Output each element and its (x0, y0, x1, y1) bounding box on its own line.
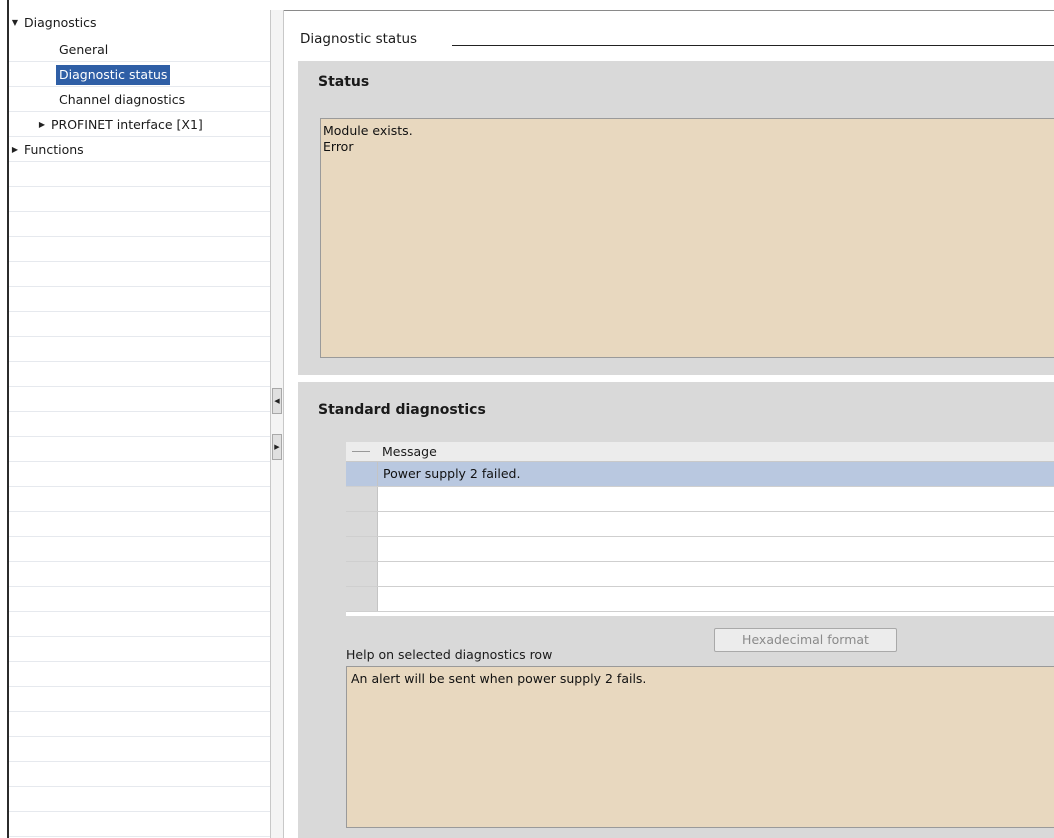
table-cell[interactable] (378, 587, 1054, 611)
tree-item-general[interactable]: General (9, 39, 270, 59)
column-header-message[interactable]: Message (382, 444, 437, 459)
table-header: Message (346, 442, 1054, 462)
help-label: Help on selected diagnostics row (346, 647, 553, 662)
row-header[interactable] (346, 462, 378, 486)
table-cell[interactable]: Power supply 2 failed. (378, 462, 1054, 486)
hexadecimal-format-button[interactable]: Hexadecimal format (714, 628, 897, 652)
tree-item-label: Diagnostic status (56, 64, 171, 85)
pane-splitter[interactable]: ◀ ▶ (270, 10, 284, 838)
row-header[interactable] (346, 587, 378, 611)
tree-item-functions[interactable]: ▶ Functions (9, 139, 270, 159)
collapse-left-icon[interactable]: ◀ (272, 388, 282, 414)
tree-item-profinet-interface[interactable]: ▶ PROFINET interface [X1] (9, 114, 270, 134)
section-divider (452, 45, 1054, 46)
standard-diagnostics-title: Standard diagnostics (318, 402, 486, 418)
collapse-arrow-icon[interactable]: ▶ (9, 140, 21, 160)
tree-item-diagnostic-status[interactable]: Diagnostic status (9, 64, 270, 85)
table-row[interactable] (346, 537, 1054, 562)
row-header[interactable] (346, 562, 378, 586)
collapse-arrow-icon[interactable]: ▶ (36, 115, 48, 135)
section-heading-row: Diagnostic status (300, 29, 1054, 49)
table-row[interactable] (346, 512, 1054, 537)
table-cell[interactable] (378, 512, 1054, 536)
table-corner (352, 451, 370, 452)
table-row[interactable]: Power supply 2 failed. (346, 462, 1054, 487)
properties-content: Diagnostic status Status Module exists. … (284, 10, 1054, 838)
section-title: Diagnostic status (300, 31, 426, 47)
help-text: An alert will be sent when power supply … (351, 671, 647, 686)
status-line: Module exists. (323, 123, 413, 138)
help-text-box: An alert will be sent when power supply … (346, 666, 1054, 828)
table-cell[interactable] (378, 562, 1054, 586)
status-text-box: Module exists. Error (320, 118, 1054, 358)
row-header[interactable] (346, 487, 378, 511)
status-line: Error (323, 139, 354, 154)
table-row[interactable] (346, 587, 1054, 612)
tree-item-label: General (59, 41, 109, 57)
row-header[interactable] (346, 512, 378, 536)
expand-right-icon[interactable]: ▶ (272, 434, 282, 460)
navigation-tree: ▼ Diagnostics General Diagnostic status C… (0, 0, 270, 838)
status-panel-title: Status (318, 74, 370, 90)
tree-item-diagnostics[interactable]: ▼ Diagnostics (9, 12, 270, 32)
table-cell[interactable] (378, 487, 1054, 511)
diagnostics-table: Message Power supply 2 failed. (346, 442, 1054, 616)
table-body: Power supply 2 failed. (346, 462, 1054, 616)
table-cell[interactable] (378, 537, 1054, 561)
tree-item-label: PROFINET interface [X1] (51, 116, 203, 132)
tree-item-label: Functions (24, 141, 84, 157)
tree-item-label: Diagnostics (24, 14, 97, 30)
expand-arrow-icon[interactable]: ▼ (9, 13, 21, 33)
table-row[interactable] (346, 562, 1054, 587)
tree-item-label: Channel diagnostics (59, 91, 186, 107)
table-row[interactable] (346, 487, 1054, 512)
tree-item-channel-diagnostics[interactable]: Channel diagnostics (9, 89, 270, 109)
row-header[interactable] (346, 537, 378, 561)
